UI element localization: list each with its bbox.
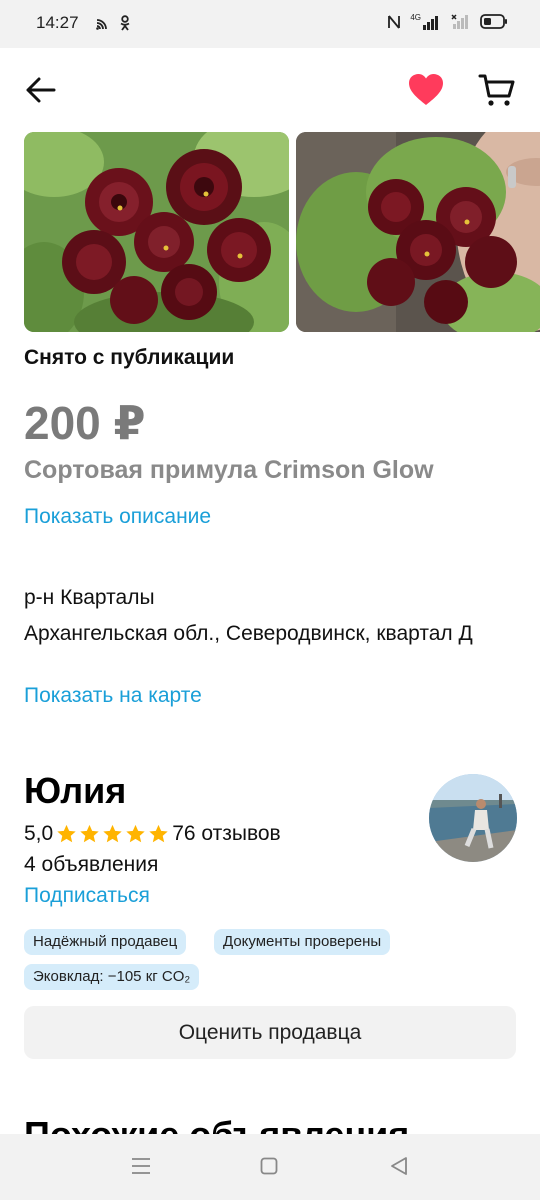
district-text: р-н Кварталы <box>24 586 155 609</box>
cast-icon <box>96 18 107 30</box>
listing-title: Сортовая примула Crimson Glow <box>24 456 434 484</box>
status-bar: 14:27 4G <box>0 0 540 48</box>
seller-name[interactable]: Юлия <box>24 770 126 812</box>
show-on-map-link[interactable]: Показать на карте <box>24 684 202 708</box>
badge-eco-contribution[interactable]: Эковклад: −105 кг CO₂ <box>24 964 200 990</box>
listing-price: 200 ₽ <box>24 397 146 449</box>
back-triangle-icon[interactable] <box>389 1156 409 1176</box>
status-time: 14:27 <box>36 13 79 32</box>
badge-reliable-seller[interactable]: Надёжный продавец <box>24 929 187 955</box>
back-button[interactable] <box>24 74 60 106</box>
star-icon <box>57 824 76 843</box>
listing-photo-2[interactable] <box>296 132 540 332</box>
show-description-link[interactable]: Показать описание <box>24 505 211 529</box>
seller-avatar[interactable] <box>429 774 517 862</box>
listing-status: Снято с публикации <box>24 346 235 369</box>
star-icon <box>80 824 99 843</box>
home-icon[interactable] <box>260 1157 278 1175</box>
subscribe-link[interactable]: Подписаться <box>24 884 150 908</box>
seller-ads-count: 4 объявления <box>24 853 159 876</box>
cart-icon <box>478 74 515 106</box>
listing-photo-1[interactable] <box>24 132 289 332</box>
star-icon <box>103 824 122 843</box>
rating-value: 5,0 <box>24 822 54 845</box>
signal-weak-icon <box>451 14 468 29</box>
favorite-button[interactable] <box>406 72 446 108</box>
seller-rating[interactable]: 5,0 76 отзывов <box>24 822 281 846</box>
rate-seller-button[interactable]: Оценить продавца <box>24 1006 516 1059</box>
system-nav-bar <box>0 1134 540 1200</box>
top-bar <box>0 48 540 132</box>
cart-button[interactable] <box>478 72 516 108</box>
arrow-left-icon <box>26 77 56 103</box>
menu-icon[interactable] <box>131 1156 151 1176</box>
signal-4g-icon: 4G <box>410 13 440 30</box>
odnoklassniki-icon <box>120 15 130 31</box>
badge-documents-verified[interactable]: Документы проверены <box>214 929 391 955</box>
battery-icon <box>480 14 507 29</box>
star-icon <box>149 824 168 843</box>
address-text: Архангельская обл., Северодвинск, кварта… <box>24 622 473 645</box>
photo-gallery[interactable] <box>24 132 540 332</box>
heart-icon <box>409 74 443 105</box>
star-icon <box>126 824 145 843</box>
reviews-count: 76 отзывов <box>172 822 281 845</box>
rating-stars <box>55 823 170 845</box>
nfc-icon <box>388 14 401 29</box>
